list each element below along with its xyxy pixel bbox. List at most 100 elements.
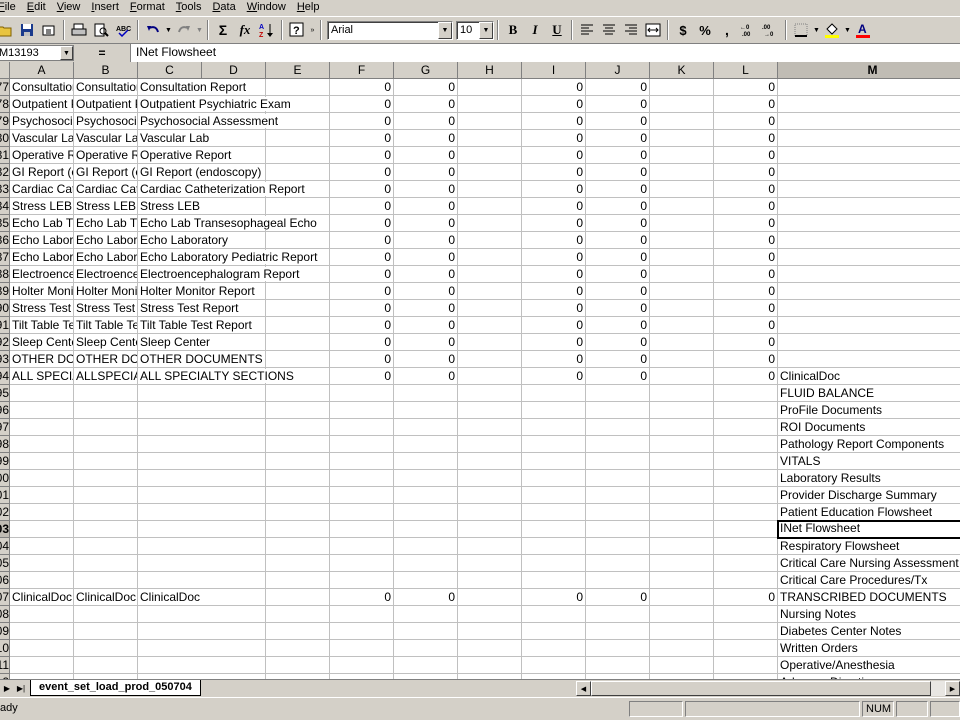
align-center-icon[interactable] — [598, 19, 620, 41]
cell-m[interactable] — [778, 113, 960, 130]
cell-f[interactable] — [330, 419, 394, 436]
cell-h[interactable] — [458, 368, 522, 385]
last-sheet-icon[interactable]: ▶| — [14, 681, 28, 695]
cell-i[interactable]: 0 — [522, 79, 586, 96]
cell-a[interactable] — [10, 453, 74, 470]
cell-c[interactable]: Psychosocial Assessment — [138, 113, 330, 130]
cell-f[interactable] — [330, 606, 394, 623]
cell-a[interactable] — [10, 419, 74, 436]
cell-m[interactable] — [778, 300, 960, 317]
cell-m[interactable]: Critical Care Procedures/Tx — [778, 572, 960, 589]
cell-b[interactable]: Outpatient Psychiatric Exam — [74, 96, 138, 113]
cell-h[interactable] — [458, 249, 522, 266]
font-name-select[interactable]: Arial ▼ — [327, 20, 453, 40]
cell-l[interactable] — [714, 470, 778, 487]
cell-j[interactable] — [586, 402, 650, 419]
cell-i[interactable] — [522, 470, 586, 487]
cell-h[interactable] — [458, 623, 522, 640]
cell-b[interactable] — [74, 606, 138, 623]
cell-g[interactable]: 0 — [394, 351, 458, 368]
row-header[interactable]: 13194 — [0, 368, 10, 385]
cell-c[interactable]: ClinicalDoc — [138, 589, 330, 606]
cell-l[interactable]: 0 — [714, 266, 778, 283]
cell-m[interactable]: Laboratory Results — [778, 470, 960, 487]
cell-g[interactable] — [394, 521, 458, 538]
cell-g[interactable]: 0 — [394, 300, 458, 317]
cell-b[interactable]: Echo Laboratory Pediatric Report — [74, 249, 138, 266]
cell-f[interactable] — [330, 538, 394, 555]
cell-g[interactable] — [394, 606, 458, 623]
row-header[interactable]: 13204 — [0, 538, 10, 555]
cell-m[interactable] — [778, 164, 960, 181]
cell-j[interactable]: 0 — [586, 368, 650, 385]
cell-b[interactable]: ClinicalDoc — [74, 589, 138, 606]
cell-c[interactable]: OTHER DOCUMENTS — [138, 351, 330, 368]
cell-l[interactable] — [714, 521, 778, 538]
cell-j[interactable]: 0 — [586, 113, 650, 130]
cell-b[interactable] — [74, 402, 138, 419]
row-header[interactable]: 13211 — [0, 657, 10, 674]
cell-k[interactable] — [650, 351, 714, 368]
row-header[interactable]: 13210 — [0, 640, 10, 657]
cell-l[interactable]: 0 — [714, 96, 778, 113]
cell-c[interactable] — [138, 674, 330, 679]
cell-c[interactable]: Electroencephalogram Report — [138, 266, 330, 283]
cell-m[interactable] — [778, 232, 960, 249]
row-header[interactable]: 13192 — [0, 334, 10, 351]
cell-k[interactable] — [650, 113, 714, 130]
cell-l[interactable]: 0 — [714, 300, 778, 317]
cell-a[interactable] — [10, 487, 74, 504]
cell-b[interactable] — [74, 419, 138, 436]
cell-i[interactable]: 0 — [522, 300, 586, 317]
cell-m[interactable] — [778, 249, 960, 266]
comma-button[interactable]: , — [716, 19, 738, 41]
cell-b[interactable]: Cardiac Catheterization Report — [74, 181, 138, 198]
cell-i[interactable]: 0 — [522, 181, 586, 198]
cell-i[interactable] — [522, 606, 586, 623]
decrease-decimal-icon[interactable]: .00 →0 — [760, 19, 782, 41]
chevron-down-icon[interactable]: ▼ — [60, 46, 73, 60]
cell-b[interactable] — [74, 436, 138, 453]
help-icon[interactable]: ? — [286, 19, 308, 41]
column-header-i[interactable]: I — [522, 62, 586, 79]
cell-g[interactable]: 0 — [394, 113, 458, 130]
cell-f[interactable]: 0 — [330, 79, 394, 96]
cell-j[interactable]: 0 — [586, 283, 650, 300]
cell-c[interactable] — [138, 470, 330, 487]
cell-g[interactable]: 0 — [394, 215, 458, 232]
cell-g[interactable] — [394, 623, 458, 640]
cell-i[interactable] — [522, 538, 586, 555]
cell-c[interactable] — [138, 538, 330, 555]
cell-g[interactable]: 0 — [394, 334, 458, 351]
cell-l[interactable] — [714, 623, 778, 640]
cell-g[interactable]: 0 — [394, 164, 458, 181]
cell-g[interactable] — [394, 640, 458, 657]
cell-j[interactable]: 0 — [586, 130, 650, 147]
row-header[interactable]: 13185 — [0, 215, 10, 232]
cell-g[interactable] — [394, 555, 458, 572]
save-icon[interactable] — [16, 19, 38, 41]
cell-g[interactable] — [394, 538, 458, 555]
cell-a[interactable] — [10, 606, 74, 623]
cell-c[interactable]: Stress LEB — [138, 198, 330, 215]
cell-a[interactable]: ALL SPECIALTY SECTIONS — [10, 368, 74, 385]
cell-k[interactable] — [650, 640, 714, 657]
cell-j[interactable]: 0 — [586, 232, 650, 249]
cell-a[interactable] — [10, 623, 74, 640]
cell-g[interactable]: 0 — [394, 147, 458, 164]
cell-j[interactable] — [586, 555, 650, 572]
print-preview-icon[interactable] — [90, 19, 112, 41]
cell-l[interactable] — [714, 453, 778, 470]
cell-i[interactable] — [522, 555, 586, 572]
cell-h[interactable] — [458, 521, 522, 538]
select-all-corner[interactable] — [0, 62, 10, 79]
row-header[interactable]: 13177 — [0, 79, 10, 96]
cell-b[interactable] — [74, 504, 138, 521]
cell-f[interactable] — [330, 487, 394, 504]
cell-i[interactable]: 0 — [522, 249, 586, 266]
cell-l[interactable] — [714, 657, 778, 674]
cell-k[interactable] — [650, 385, 714, 402]
cell-c[interactable] — [138, 504, 330, 521]
cell-g[interactable] — [394, 453, 458, 470]
cell-f[interactable]: 0 — [330, 232, 394, 249]
